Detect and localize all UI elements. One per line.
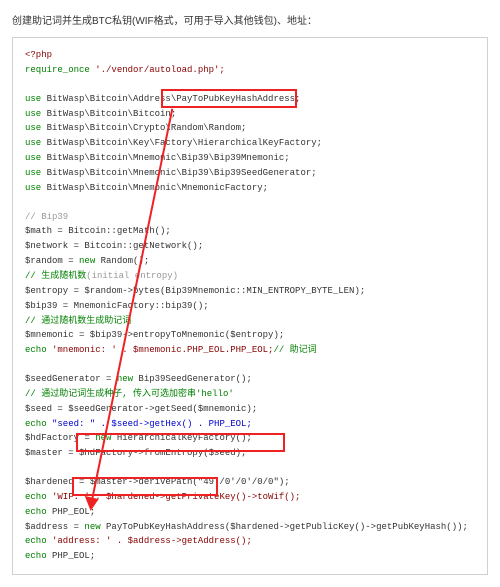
comment: (initial entropy) xyxy=(86,271,178,281)
comment: // 通过随机数生成助记词 xyxy=(25,316,131,326)
code-text: BitWasp\Bitcoin\Address xyxy=(41,94,171,104)
code-text: BitWasp\Bitcoin\Key\Factory\Hierarchical… xyxy=(41,138,322,148)
code-text: $entropy = $random->bytes(Bip39Mnemonic:… xyxy=(25,286,365,296)
code-text: HierarchicalKeyFactory(); xyxy=(111,433,251,443)
php-open: <?php xyxy=(25,50,52,60)
code-text: use xyxy=(25,138,41,148)
code-text: $seedGenerator = xyxy=(25,374,117,384)
code-text: $bip39 = MnemonicFactory::bip39(); xyxy=(25,301,209,311)
code-text: Bip39SeedGenerator(); xyxy=(133,374,252,384)
hl-derive: $master->derivePath("49'/0'/0'/0/0"); xyxy=(90,477,290,487)
code-text: $math = Bitcoin::getMath(); xyxy=(25,226,171,236)
code-text: $hdFactory = xyxy=(25,433,95,443)
code-text: require_once xyxy=(25,65,90,75)
code-text: $random = xyxy=(25,256,79,266)
code-text: echo xyxy=(25,551,47,561)
code-text: ($hardened->getPublicKey()->getPubKeyHas… xyxy=(225,522,468,532)
code-text: Random(); xyxy=(95,256,149,266)
code-text: $address = xyxy=(25,522,84,532)
code-text: 'address: ' . $address->getAddress(); xyxy=(47,536,252,546)
code-text: new xyxy=(84,522,100,532)
code-text: use xyxy=(25,183,41,193)
comment: // 助记词 xyxy=(273,345,316,355)
code-text: 'mnemonic: ' . $mnemonic.PHP_EOL.PHP_EOL… xyxy=(47,345,274,355)
code-text: echo xyxy=(25,507,47,517)
code-text: BitWasp\Bitcoin\Mnemonic\Bip39\Bip39Mnem… xyxy=(41,153,289,163)
hl-class-1: \PayToPubKeyHashAddress; xyxy=(171,94,301,104)
code-text: $seed = $seedGenerator->getSeed($mnemoni… xyxy=(25,404,257,414)
code-text: $mnemonic = $bip39->entropyToMnemonic($e… xyxy=(25,330,284,340)
comment: // Bip39 xyxy=(25,212,68,222)
code-text: "seed: " . $seed->getHex() . PHP_EOL; xyxy=(47,419,252,429)
code-text: use xyxy=(25,109,41,119)
code-text: $master = $hdFactory->fromEntropy($seed)… xyxy=(25,448,246,458)
code-text: PHP_EOL; xyxy=(47,551,96,561)
code-text: BitWasp\Bitcoin\Mnemonic\Bip39\Bip39Seed… xyxy=(41,168,316,178)
code-text: new xyxy=(79,256,95,266)
comment: // 通过助记词生成种子, 传入可选加密串'hello' xyxy=(25,389,234,399)
page-title: 创建助记词并生成BTC私钥(WIF格式，可用于导入其他钱包)、地址： xyxy=(12,12,488,27)
code-block: <?php require_once './vendor/autoload.ph… xyxy=(12,37,488,575)
hl-class-2: PayToPubKeyHashAddress xyxy=(101,522,225,532)
code-text: echo xyxy=(25,536,47,546)
code-text: new xyxy=(117,374,133,384)
code-text: BitWasp\Bitcoin\Mnemonic\MnemonicFactory… xyxy=(41,183,268,193)
code-text: echo xyxy=(25,419,47,429)
code-text: $hardened = xyxy=(25,477,90,487)
code-text: use xyxy=(25,123,41,133)
code-text: BitWasp\Bitcoin\Bitcoin; xyxy=(41,109,176,119)
code-text: './vendor/autoload.php'; xyxy=(90,65,225,75)
code-text: use xyxy=(25,168,41,178)
code-text: use xyxy=(25,94,41,104)
code-text: new xyxy=(95,433,111,443)
code-text: 'WIF: ' . $hardened->getPrivateKey()->to… xyxy=(47,492,301,502)
code-text: echo xyxy=(25,345,47,355)
comment: // 生成随机数 xyxy=(25,271,86,281)
code-text: BitWasp\Bitcoin\Crypto\Random\Random; xyxy=(41,123,246,133)
code-text: use xyxy=(25,153,41,163)
code-text: echo xyxy=(25,492,47,502)
code-text: PHP_EOL; xyxy=(47,507,96,517)
code-text: $network = Bitcoin::getNetwork(); xyxy=(25,241,203,251)
